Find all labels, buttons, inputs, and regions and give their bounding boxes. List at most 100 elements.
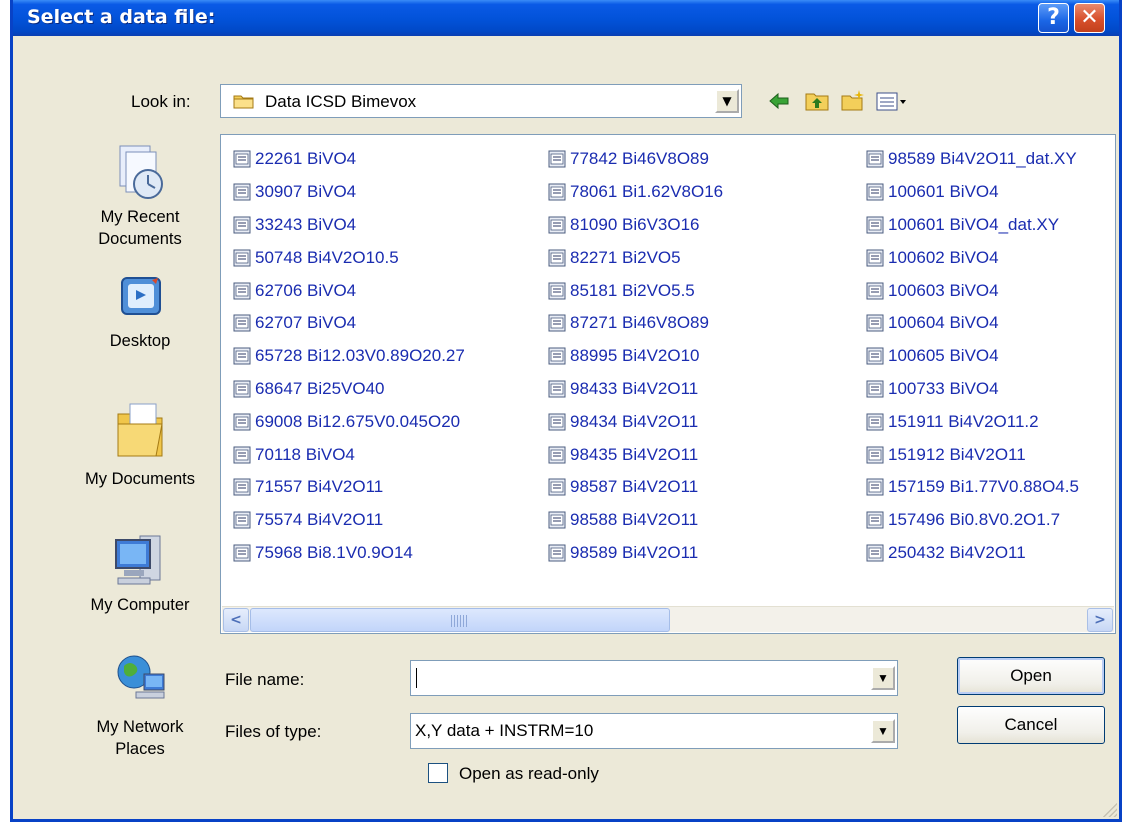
scroll-thumb[interactable] xyxy=(250,608,670,632)
look-in-dropdown[interactable]: Data ICSD Bimevox ▼ xyxy=(220,84,742,118)
file-item[interactable]: 157159 Bi1.77V0.88O4.5 xyxy=(866,471,1115,504)
read-only-checkbox[interactable] xyxy=(428,763,448,783)
resize-grip-icon[interactable] xyxy=(1101,801,1117,817)
file-item[interactable]: 30907 BiVO4 xyxy=(233,176,553,209)
file-item-label: 33243 BiVO4 xyxy=(255,214,357,234)
file-item[interactable]: 50748 Bi4V2O10.5 xyxy=(233,241,553,274)
file-item[interactable]: 98589 Bi4V2O11 xyxy=(548,537,868,570)
file-item-label: 98589 Bi4V2O11 xyxy=(570,542,699,562)
back-arrow-icon[interactable] xyxy=(765,88,793,114)
file-item[interactable]: 22261 BiVO4 xyxy=(233,143,553,176)
file-item-label: 75968 Bi8.1V0.9O14 xyxy=(255,542,413,562)
file-item[interactable]: 75574 Bi4V2O11 xyxy=(233,504,553,537)
file-item[interactable]: 78061 Bi1.62V8O16 xyxy=(548,176,868,209)
data-file-icon xyxy=(866,183,884,201)
file-item[interactable]: 157496 Bi0.8V0.2O1.7 xyxy=(866,504,1115,537)
close-button[interactable]: ✕ xyxy=(1074,3,1105,33)
data-file-icon xyxy=(548,150,566,168)
place-my-recent-documents[interactable]: My Recent Documents xyxy=(71,140,209,250)
file-item[interactable]: 250432 Bi4V2O11 xyxy=(866,537,1115,570)
file-item[interactable]: 88995 Bi4V2O10 xyxy=(548,340,868,373)
cancel-button[interactable]: Cancel xyxy=(957,706,1105,744)
place-label-line1: My Network xyxy=(96,718,184,736)
data-file-icon xyxy=(548,314,566,332)
file-item[interactable]: 100733 BiVO4 xyxy=(866,373,1115,406)
file-item[interactable]: 33243 BiVO4 xyxy=(233,209,553,242)
data-file-icon xyxy=(548,249,566,267)
file-item-label: 151911 Bi4V2O11.2 xyxy=(888,411,1039,431)
file-item-label: 82271 Bi2VO5 xyxy=(570,247,681,267)
scroll-grip-icon xyxy=(451,615,469,627)
file-item[interactable]: 65728 Bi12.03V0.89O20.27 xyxy=(233,340,553,373)
file-item-label: 81090 Bi6V3O16 xyxy=(570,214,700,234)
file-item-label: 88995 Bi4V2O10 xyxy=(570,346,700,366)
place-label-line1: Desktop xyxy=(109,332,171,350)
title-bar[interactable]: Select a data file: ? ✕ xyxy=(13,0,1119,36)
data-file-icon xyxy=(233,511,251,529)
file-item[interactable]: 100601 BiVO4_dat.XY xyxy=(866,209,1115,242)
file-item[interactable]: 98433 Bi4V2O11 xyxy=(548,373,868,406)
help-button[interactable]: ? xyxy=(1038,3,1069,33)
file-item-label: 100604 BiVO4 xyxy=(888,313,999,333)
file-item-label: 157496 Bi0.8V0.2O1.7 xyxy=(888,510,1061,530)
data-file-icon xyxy=(866,282,884,300)
file-item[interactable]: 75968 Bi8.1V0.9O14 xyxy=(233,537,553,570)
file-item[interactable]: 100604 BiVO4 xyxy=(866,307,1115,340)
file-item[interactable]: 81090 Bi6V3O16 xyxy=(548,209,868,242)
file-item[interactable]: 98587 Bi4V2O11 xyxy=(548,471,868,504)
file-item[interactable]: 100601 BiVO4 xyxy=(866,176,1115,209)
data-file-icon xyxy=(233,183,251,201)
file-column-3: 98589 Bi4V2O11_dat.XY 100601 BiVO4 100601 … xyxy=(866,143,1115,570)
file-item-label: 69008 Bi12.675V0.045O20 xyxy=(255,411,461,431)
file-item[interactable]: 62707 BiVO4 xyxy=(233,307,553,340)
look-in-dropdown-button[interactable]: ▼ xyxy=(715,89,739,113)
files-of-type-dropdown-button[interactable]: ▼ xyxy=(871,719,895,743)
data-file-icon xyxy=(233,380,251,398)
file-item-label: 98434 Bi4V2O11 xyxy=(570,411,699,431)
file-item[interactable]: 98435 Bi4V2O11 xyxy=(548,438,868,471)
file-column-2: 77842 Bi46V8O89 78061 Bi1.62V8O16 81090 Bi… xyxy=(548,143,868,569)
file-item[interactable]: 100602 BiVO4 xyxy=(866,241,1115,274)
data-file-icon xyxy=(866,380,884,398)
file-item[interactable]: 85181 Bi2VO5.5 xyxy=(548,274,868,307)
file-item[interactable]: 82271 Bi2VO5 xyxy=(548,241,868,274)
file-name-dropdown-button[interactable]: ▼ xyxy=(871,666,895,690)
place-my-documents[interactable]: My Documents xyxy=(71,394,209,490)
file-item[interactable]: 62706 BiVO4 xyxy=(233,274,553,307)
file-item[interactable]: 98588 Bi4V2O11 xyxy=(548,504,868,537)
file-item-label: 22261 BiVO4 xyxy=(255,149,357,169)
file-item[interactable]: 98589 Bi4V2O11_dat.XY xyxy=(866,143,1115,176)
file-name-input[interactable]: ▼ xyxy=(410,660,898,696)
file-item[interactable]: 77842 Bi46V8O89 xyxy=(548,143,868,176)
new-folder-icon[interactable] xyxy=(839,88,867,114)
file-item[interactable]: 151912 Bi4V2O11 xyxy=(866,438,1115,471)
place-label-line1: My Documents xyxy=(84,470,196,488)
place-my-computer[interactable]: My Computer xyxy=(71,526,209,616)
file-item[interactable]: 87271 Bi46V8O89 xyxy=(548,307,868,340)
scroll-left-button[interactable]: < xyxy=(223,608,249,632)
file-list[interactable]: 22261 BiVO4 30907 BiVO4 33243 BiVO4 50748 B… xyxy=(220,134,1116,634)
files-of-type-select[interactable]: X,Y data + INSTRM=10 ▼ xyxy=(410,713,898,749)
open-button[interactable]: Open xyxy=(957,657,1105,695)
files-of-type-label: Files of type: xyxy=(225,722,322,741)
up-folder-icon[interactable] xyxy=(803,88,831,114)
read-only-label[interactable]: Open as read-only xyxy=(459,764,599,784)
place-my-network-places[interactable]: My Network Places xyxy=(71,648,209,760)
view-menu-icon[interactable] xyxy=(875,88,909,114)
file-item[interactable]: 71557 Bi4V2O11 xyxy=(233,471,553,504)
file-item[interactable]: 69008 Bi12.675V0.045O20 xyxy=(233,405,553,438)
file-column-1: 22261 BiVO4 30907 BiVO4 33243 BiVO4 50748 B… xyxy=(233,143,553,569)
place-label-line1: My Recent xyxy=(100,208,180,226)
file-item[interactable]: 68647 Bi25VO40 xyxy=(233,373,553,406)
file-item[interactable]: 100605 BiVO4 xyxy=(866,340,1115,373)
file-item[interactable]: 98434 Bi4V2O11 xyxy=(548,405,868,438)
my-documents-icon xyxy=(117,403,163,457)
file-item[interactable]: 70118 BiVO4 xyxy=(233,438,553,471)
data-file-icon xyxy=(233,282,251,300)
file-item[interactable]: 151911 Bi4V2O11.2 xyxy=(866,405,1115,438)
horizontal-scrollbar[interactable]: < > xyxy=(222,606,1114,632)
file-item-label: 98587 Bi4V2O11 xyxy=(570,477,699,497)
file-item[interactable]: 100603 BiVO4 xyxy=(866,274,1115,307)
place-desktop[interactable]: Desktop xyxy=(71,272,209,352)
scroll-right-button[interactable]: > xyxy=(1087,608,1113,632)
